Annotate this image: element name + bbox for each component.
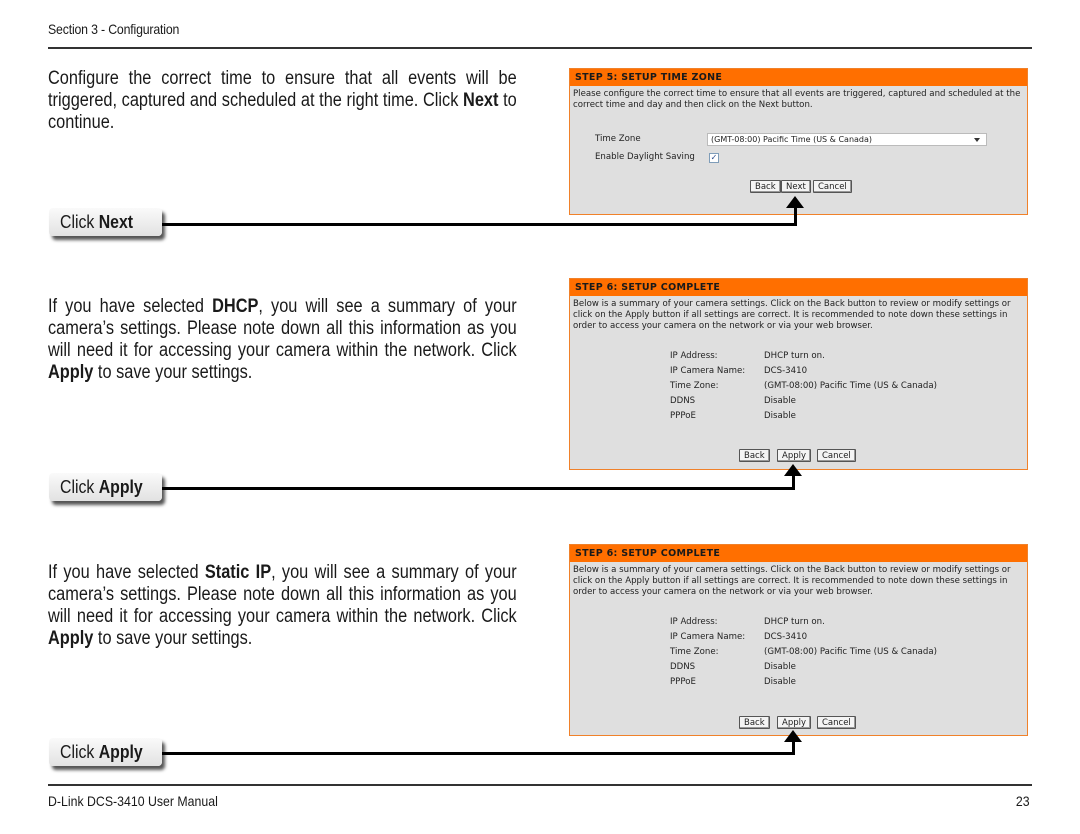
next-button[interactable]: Next — [781, 180, 811, 193]
summary-label: DDNS — [670, 662, 696, 672]
setup-complete-static-panel: STEP 6: SETUP COMPLETE Below is a summar… — [569, 544, 1028, 736]
static-ip-instructions: If you have selected Static IP, you will… — [48, 562, 517, 649]
dhcp-instructions: If you have selected DHCP, you will see … — [48, 296, 517, 383]
timezone-label: Time Zone — [595, 134, 641, 144]
summary-label: Time Zone: — [670, 381, 719, 391]
summary-value: Disable — [764, 411, 796, 421]
summary-value: Disable — [764, 662, 796, 672]
arrow-up-icon — [784, 730, 802, 742]
footer-rule — [48, 784, 1032, 786]
summary-value: Disable — [764, 677, 796, 687]
callout-click-apply: Click Apply — [49, 738, 162, 766]
summary-label: PPPoE — [670, 411, 696, 421]
summary-label: IP Address: — [670, 351, 718, 361]
timezone-select[interactable]: (GMT-08:00) Pacific Time (US & Canada) — [707, 133, 987, 146]
dst-checkbox[interactable]: ✓ — [709, 153, 719, 163]
apply-button[interactable]: Apply — [777, 449, 811, 462]
arrow-up-icon — [784, 464, 802, 476]
summary-label: IP Camera Name: — [670, 632, 746, 642]
summary-value: DHCP turn on. — [764, 617, 825, 627]
leader-line — [162, 487, 795, 490]
summary-label: IP Address: — [670, 617, 718, 627]
callout-click-next: Click Next — [49, 208, 162, 236]
arrow-up-icon — [786, 196, 804, 208]
panel-description: Please configure the correct time to ens… — [573, 89, 1021, 110]
dst-label: Enable Daylight Saving — [595, 152, 695, 162]
summary-label: DDNS — [670, 396, 696, 406]
timezone-panel: STEP 5: SETUP TIME ZONE Please configure… — [569, 68, 1028, 215]
cancel-button[interactable]: Cancel — [817, 716, 856, 729]
summary-label: IP Camera Name: — [670, 366, 746, 376]
summary-value: (GMT-08:00) Pacific Time (US & Canada) — [764, 647, 937, 657]
panel-title: STEP 6: SETUP COMPLETE — [570, 279, 1027, 296]
summary-label: Time Zone: — [670, 647, 719, 657]
summary-value: Disable — [764, 396, 796, 406]
back-button[interactable]: Back — [739, 449, 770, 462]
panel-description: Below is a summary of your camera settin… — [573, 565, 1011, 597]
header-rule — [48, 47, 1032, 49]
leader-line — [162, 752, 795, 755]
panel-title: STEP 5: SETUP TIME ZONE — [570, 69, 1027, 86]
page-number: 23 — [1016, 793, 1030, 809]
footer-manual-title: D-Link DCS-3410 User Manual — [48, 793, 218, 809]
timezone-instructions: Configure the correct time to ensure tha… — [48, 68, 517, 133]
summary-value: DHCP turn on. — [764, 351, 825, 361]
leader-riser — [792, 740, 795, 755]
apply-button[interactable]: Apply — [777, 716, 811, 729]
panel-description: Below is a summary of your camera settin… — [573, 299, 1011, 331]
leader-line — [162, 223, 797, 226]
back-button[interactable]: Back — [739, 716, 770, 729]
summary-label: PPPoE — [670, 677, 696, 687]
chevron-down-icon — [974, 138, 980, 142]
cancel-button[interactable]: Cancel — [813, 180, 852, 193]
callout-click-apply: Click Apply — [49, 473, 162, 501]
summary-value: (GMT-08:00) Pacific Time (US & Canada) — [764, 381, 937, 391]
cancel-button[interactable]: Cancel — [817, 449, 856, 462]
section-header: Section 3 - Configuration — [48, 21, 180, 37]
summary-value: DCS-3410 — [764, 632, 808, 642]
summary-value: DCS-3410 — [764, 366, 808, 376]
back-button[interactable]: Back — [750, 180, 781, 193]
panel-title: STEP 6: SETUP COMPLETE — [570, 545, 1027, 562]
leader-riser — [794, 206, 797, 226]
leader-riser — [792, 474, 795, 490]
setup-complete-dhcp-panel: STEP 6: SETUP COMPLETE Below is a summar… — [569, 278, 1028, 470]
